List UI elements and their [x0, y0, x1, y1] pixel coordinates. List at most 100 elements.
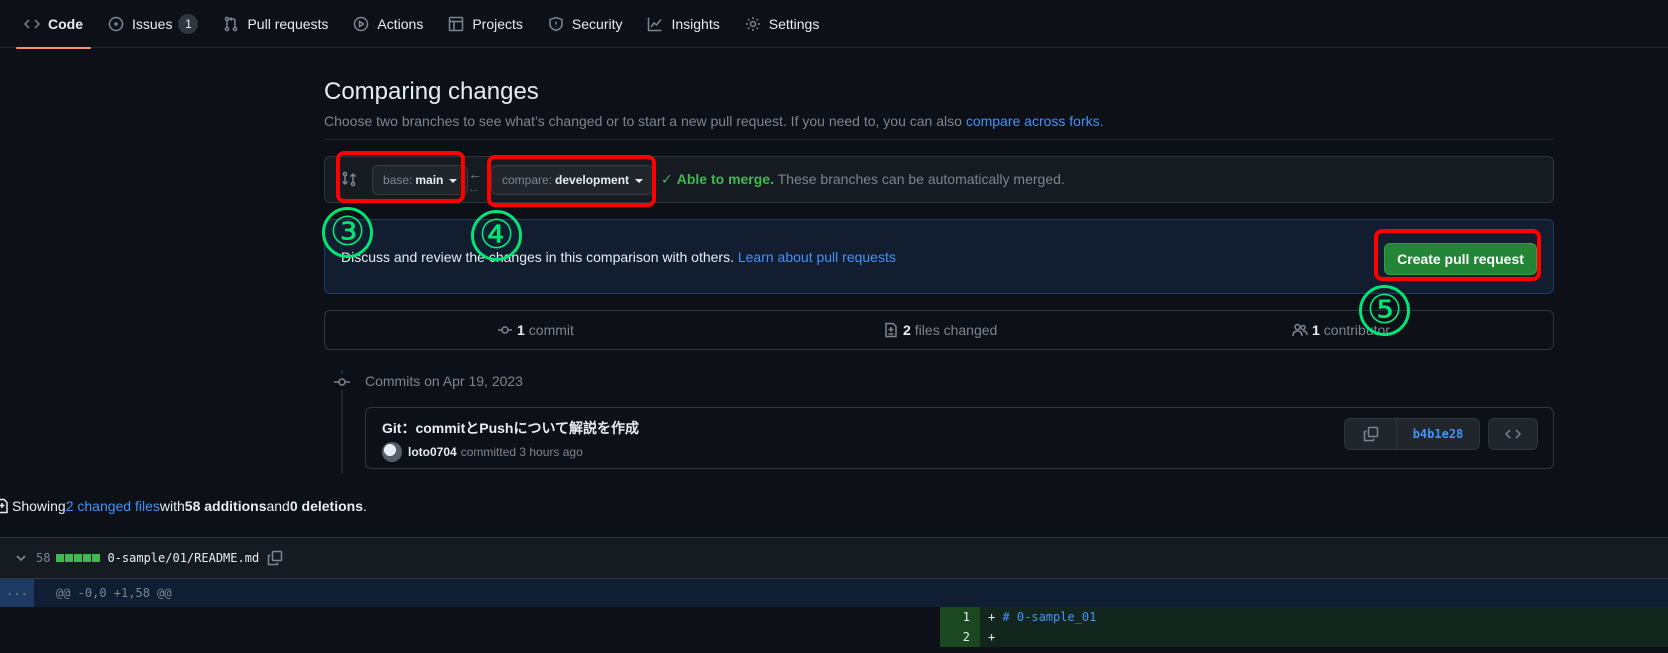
commits-date-heading: Commits on Apr 19, 2023	[365, 373, 523, 389]
base-prefix: base:	[383, 173, 413, 187]
range-editor: base: main ← ... compare: development ✓ A…	[324, 156, 1554, 203]
step-3-marker: ③	[322, 207, 373, 258]
changed-files-link[interactable]: 2 changed files	[66, 498, 160, 514]
caret-down-icon	[635, 178, 644, 183]
chevron-down-icon[interactable]	[14, 551, 28, 565]
arrow-left-icon: ←	[468, 166, 482, 182]
shield-icon	[549, 16, 563, 31]
diffstat-block	[92, 554, 101, 562]
tab-label: Settings	[768, 15, 820, 32]
subtitle-text: Choose two branches to see what’s change…	[324, 113, 966, 129]
merge-ok-text: Able to merge.	[676, 171, 774, 187]
range-dots: ...	[470, 183, 479, 194]
commits-count-link[interactable]: 1 commit	[497, 322, 574, 338]
tab-issues[interactable]: Issues 1	[100, 0, 206, 48]
header-divider	[324, 139, 1554, 140]
tab-label: Code	[48, 15, 83, 32]
issue-icon	[108, 16, 124, 31]
file-diff-icon	[885, 322, 897, 338]
people-icon	[1292, 323, 1308, 337]
diffstat-count: 58	[36, 551, 51, 565]
line-code: + # 0-sample_01	[980, 607, 1668, 627]
merge-status: ✓ Able to merge. These branches can be au…	[661, 171, 1065, 188]
repo-nav: Code Issues 1 Pull requests Actions Proj…	[0, 0, 1668, 49]
commit-sha-group: b4b1e28	[1344, 418, 1480, 450]
subtitle-end: .	[1099, 113, 1104, 129]
file-header: 58 0-sample/01/README.md	[0, 537, 1668, 579]
copy-icon	[1363, 426, 1378, 442]
hunk-text: @@ -0,0 +1,58 @@	[56, 586, 172, 600]
tab-projects[interactable]: Projects	[440, 0, 531, 48]
copy-icon[interactable]	[267, 550, 283, 566]
summary-with: with	[159, 498, 185, 514]
avatar[interactable]	[382, 442, 402, 462]
commits-label: commit	[528, 322, 574, 338]
tab-label: Pull requests	[247, 15, 329, 32]
compare-across-forks-link[interactable]: compare across forks	[966, 113, 1100, 129]
contributors-count: 1	[1312, 322, 1320, 338]
tab-code[interactable]: Code	[16, 0, 91, 49]
commit-icon	[498, 326, 512, 334]
diff-left-empty	[0, 607, 940, 627]
line-prefix: +	[988, 610, 1003, 624]
diffstat-block	[65, 554, 74, 562]
tab-security[interactable]: Security	[540, 0, 631, 48]
discuss-body: Discuss and review the changes in this c…	[341, 249, 738, 265]
tab-pull-requests[interactable]: Pull requests	[215, 0, 336, 48]
diffstat-block	[56, 554, 65, 562]
summary-prefix: Showing	[12, 498, 66, 514]
commit-meta: loto0704 committed 3 hours ago	[382, 442, 583, 462]
commit-icon	[334, 378, 350, 386]
tab-insights[interactable]: Insights	[639, 0, 727, 48]
step-4-marker: ④	[471, 210, 522, 261]
code-icon	[24, 18, 40, 29]
files-count: 2	[903, 322, 911, 338]
diff-line: 1 + # 0-sample_01	[0, 607, 1668, 627]
commit-message-link[interactable]: Git：commitとPushについて解説を作成	[382, 418, 639, 438]
caret-down-icon	[449, 178, 458, 183]
compare-prefix: compare:	[502, 173, 553, 187]
files-changed-link[interactable]: 2 files changed	[883, 322, 997, 338]
file-diff-icon	[0, 498, 8, 514]
gear-icon	[745, 16, 760, 31]
diffstat-block	[74, 554, 83, 562]
line-number[interactable]: 1	[940, 607, 980, 627]
tab-label: Security	[571, 15, 623, 32]
learn-about-pull-requests-link[interactable]: Learn about pull requests	[738, 249, 896, 265]
commit-sha-link[interactable]: b4b1e28	[1397, 419, 1479, 449]
base-branch-name: main	[415, 173, 444, 187]
line-number[interactable]: 2	[940, 627, 980, 647]
tab-label: Issues	[132, 15, 173, 32]
line-code: +	[980, 627, 1668, 647]
play-icon	[354, 16, 369, 31]
tab-settings[interactable]: Settings	[737, 0, 828, 48]
tab-label: Actions	[377, 15, 424, 32]
code-icon	[1505, 429, 1521, 439]
diff-summary: Showing 2 changed files with 58 addition…	[0, 498, 367, 514]
compare-branch-dropdown[interactable]: compare: development	[491, 165, 655, 195]
hunk-header: ... @@ -0,0 +1,58 @@	[0, 579, 1668, 607]
compare-branch-name: development	[555, 173, 630, 187]
line-prefix: +	[988, 630, 996, 644]
discuss-text: Discuss and review the changes in this c…	[341, 249, 896, 265]
tab-label: Projects	[472, 15, 523, 32]
page-subtitle: Choose two branches to see what’s change…	[324, 113, 1104, 129]
compare-arrows-icon[interactable]	[341, 171, 357, 187]
base-branch-dropdown[interactable]: base: main	[372, 165, 469, 195]
deletions-count: 0 deletions	[289, 498, 363, 514]
browse-repo-button[interactable]	[1488, 418, 1538, 450]
create-pull-request-button[interactable]: Create pull request	[1384, 243, 1537, 275]
commit-item: Git：commitとPushについて解説を作成 loto0704 commit…	[365, 407, 1554, 469]
check-icon: ✓	[661, 171, 673, 187]
expand-hunk-button[interactable]: ...	[0, 579, 34, 607]
tab-label: Insights	[671, 15, 720, 32]
commit-author-link[interactable]: loto0704	[408, 445, 457, 459]
graph-icon	[648, 17, 663, 31]
summary-and: and	[266, 498, 290, 514]
line-content: # 0-sample_01	[1002, 610, 1097, 624]
file-name-link[interactable]: 0-sample/01/README.md	[107, 551, 259, 565]
diff-left-empty	[0, 627, 940, 647]
tab-actions[interactable]: Actions	[345, 0, 431, 48]
summary-end: .	[362, 498, 367, 514]
copy-sha-button[interactable]	[1345, 419, 1397, 449]
